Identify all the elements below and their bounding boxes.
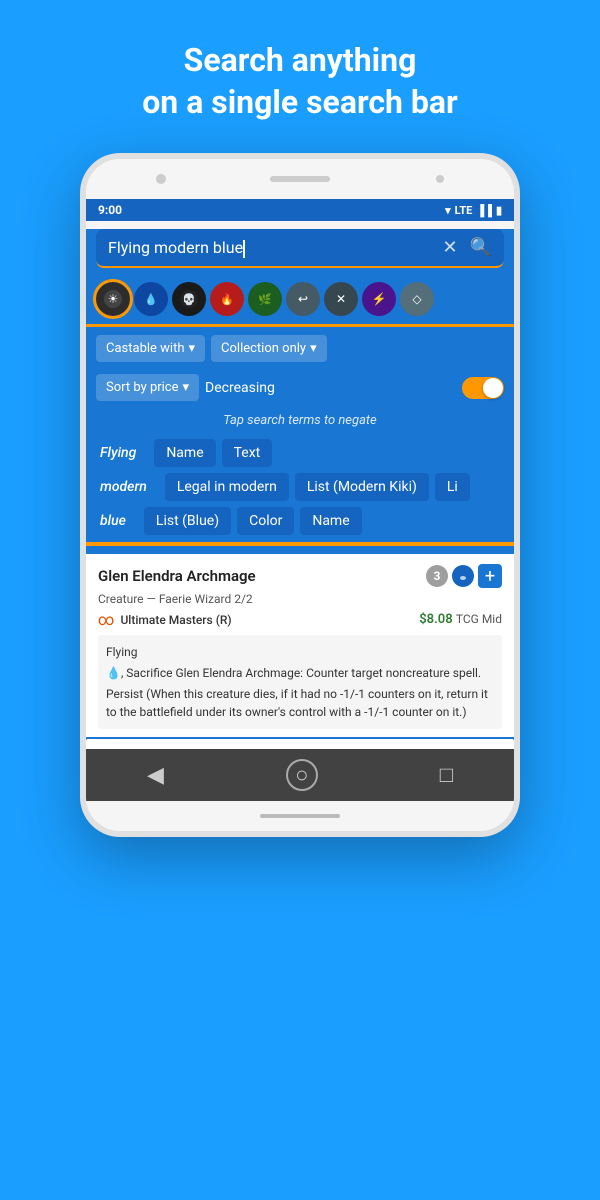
card-price: $8.08 TCG Mid (419, 612, 502, 627)
symbol-diamond[interactable]: ◇ (400, 282, 434, 316)
tag-modern[interactable]: modern (96, 473, 159, 501)
card-set-row: ∞ Ultimate Masters (R) $8.08 TCG Mid (98, 610, 502, 629)
set-name: Ultimate Masters (R) (120, 613, 231, 627)
orange-divider (86, 542, 514, 546)
app-content: Flying modern blue ✕ 🔍 ☀ 💧 (86, 229, 514, 749)
status-icons: ▾ LTE ▐▐ ▮ (445, 204, 502, 217)
tag-name-1[interactable]: Name (154, 439, 215, 467)
castable-filter[interactable]: Castable with ▾ (96, 335, 205, 362)
toggle-knob (483, 378, 503, 398)
tap-hint: Tap search terms to negate (86, 409, 514, 436)
tag-row-1: Flying Name Text (86, 436, 514, 470)
tag-blue-kw[interactable]: blue (96, 507, 138, 535)
mana-blue (452, 565, 474, 587)
sort-by-price-btn[interactable]: Sort by price ▾ (96, 374, 199, 401)
tag-row-3: blue List (Blue) Color Name (86, 504, 514, 538)
card-name: Glen Elendra Archmage (98, 567, 256, 585)
tag-row-2: modern Legal in modern List (Modern Kiki… (86, 470, 514, 504)
earpiece (270, 176, 330, 182)
sort-direction-label: Decreasing (205, 380, 456, 396)
tag-list-blue[interactable]: List (Blue) (144, 507, 231, 535)
tag-list-modern[interactable]: List (Modern Kiki) (295, 473, 429, 501)
back-button[interactable]: ◀ (147, 763, 164, 788)
sort-toggle[interactable] (462, 377, 504, 399)
status-bar: 9:00 ▾ LTE ▐▐ ▮ (86, 199, 514, 221)
phone-frame: 9:00 ▾ LTE ▐▐ ▮ Flying modern blue ✕ (0, 153, 600, 837)
cell-icon: ▐▐ (476, 204, 492, 217)
svg-text:◇: ◇ (412, 292, 422, 306)
tag-text[interactable]: Text (222, 439, 273, 467)
add-to-collection-btn[interactable]: + (478, 564, 502, 588)
symbol-red[interactable]: 🔥 (210, 282, 244, 316)
sort-chevron: ▾ (183, 380, 190, 395)
tag-legal-modern[interactable]: Legal in modern (165, 473, 289, 501)
filter-row: Castable with ▾ Collection only ▾ (86, 327, 514, 370)
wifi-icon: ▾ (445, 204, 451, 217)
search-bar-icons: ✕ 🔍 (442, 237, 492, 258)
symbol-green[interactable]: 🌿 (248, 282, 282, 316)
svg-text:🔥: 🔥 (220, 293, 234, 306)
search-input[interactable]: Flying modern blue (108, 238, 442, 258)
symbol-chaos[interactable]: ☀ (96, 282, 130, 316)
castable-chevron: ▾ (189, 341, 196, 356)
svg-text:☀: ☀ (108, 292, 119, 306)
phone-body: 9:00 ▾ LTE ▐▐ ▮ Flying modern blue ✕ (80, 153, 520, 837)
search-icon[interactable]: 🔍 (470, 237, 492, 258)
card-result: Glen Elendra Archmage 3 + Creature — Fae… (86, 554, 514, 737)
collection-chevron: ▾ (310, 341, 317, 356)
recents-button[interactable]: □ (440, 762, 453, 788)
tag-flying[interactable]: Flying (96, 439, 148, 467)
mana-generic: 3 (426, 565, 448, 587)
signal-label: LTE (455, 204, 473, 217)
next-card-peek (86, 739, 514, 749)
header-title: Search anything on a single search bar (30, 40, 570, 123)
search-bar[interactable]: Flying modern blue ✕ 🔍 (96, 229, 504, 268)
sort-label: Sort by price (106, 380, 179, 395)
symbol-return[interactable]: ↩ (286, 282, 320, 316)
home-button[interactable]: ○ (286, 759, 318, 791)
card-oracle-text: Flying💧, Sacrifice Glen Elendra Archmage… (98, 635, 502, 729)
symbol-lightning[interactable]: ⚡ (362, 282, 396, 316)
header-section: Search anything on a single search bar (0, 0, 600, 153)
phone-hardware-top (86, 159, 514, 199)
clear-icon[interactable]: ✕ (442, 237, 457, 258)
phone-hardware-bottom (86, 801, 514, 831)
page-background: Search anything on a single search bar 9… (0, 0, 600, 837)
status-time: 9:00 (98, 203, 122, 217)
card-header: Glen Elendra Archmage 3 + (98, 564, 502, 588)
svg-text:↩: ↩ (298, 292, 308, 306)
collection-filter[interactable]: Collection only ▾ (211, 335, 327, 362)
symbol-blue[interactable]: 💧 (134, 282, 168, 316)
svg-text:🌿: 🌿 (258, 293, 272, 306)
tag-li[interactable]: Li (435, 473, 470, 501)
card-mana: 3 + (426, 564, 502, 588)
tag-color[interactable]: Color (237, 507, 294, 535)
symbol-x[interactable]: ✕ (324, 282, 358, 316)
castable-label: Castable with (106, 341, 185, 356)
svg-text:✕: ✕ (336, 292, 346, 306)
symbol-black[interactable]: 💀 (172, 282, 206, 316)
set-symbol: ∞ (98, 610, 114, 629)
svg-text:💧: 💧 (144, 293, 158, 306)
sensor (436, 175, 444, 183)
battery-icon: ▮ (496, 204, 502, 217)
navigation-bar: ◀ ○ □ (86, 749, 514, 801)
collection-label: Collection only (221, 341, 306, 356)
svg-text:💀: 💀 (182, 293, 196, 306)
card-type-line: Creature — Faerie Wizard 2/2 (98, 592, 502, 606)
home-indicator (260, 814, 340, 818)
svg-text:⚡: ⚡ (372, 292, 387, 306)
symbol-filter-row: ☀ 💧 💀 🔥 🌿 ↩ (86, 276, 514, 327)
tag-name-3[interactable]: Name (300, 507, 361, 535)
sort-row: Sort by price ▾ Decreasing (86, 370, 514, 409)
front-camera (156, 174, 166, 184)
